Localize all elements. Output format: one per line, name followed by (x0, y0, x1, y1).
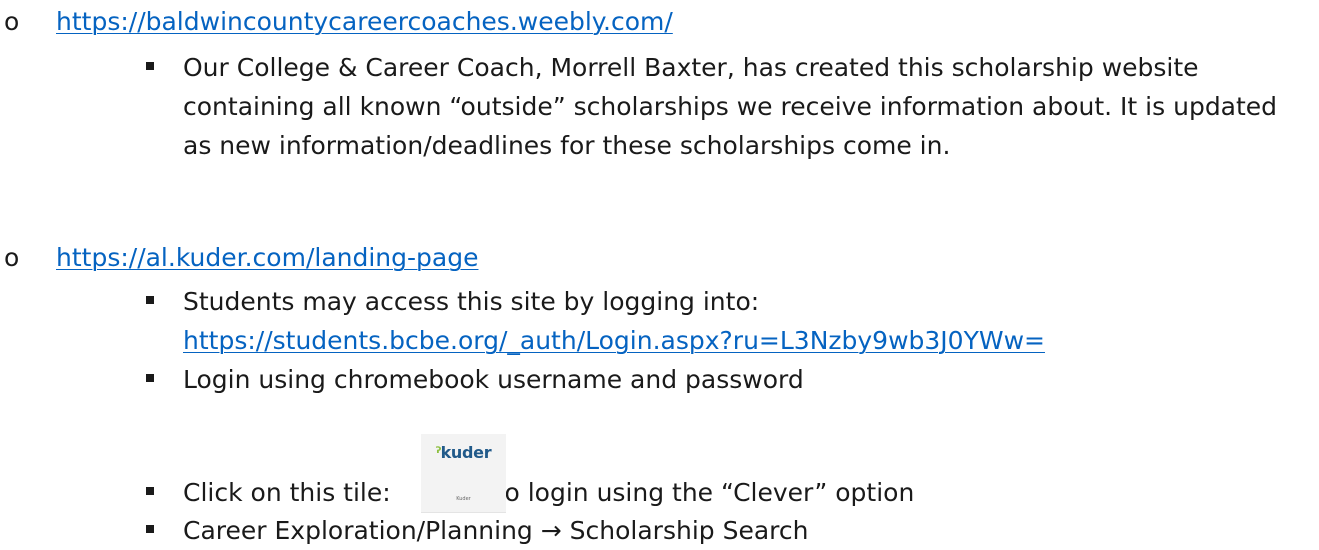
square-bullet-icon (146, 62, 154, 70)
career-coaches-link[interactable]: https://baldwincountycareercoaches.weebl… (56, 7, 673, 36)
square-bullet-icon (146, 374, 154, 382)
kuder-logo: ˀkuder (421, 443, 506, 462)
square-bullet-icon (146, 296, 154, 304)
nav-path-start: Career Exploration/Planning (183, 516, 533, 545)
arrow-right-icon: → (540, 516, 562, 545)
tile-instruction-after: to login using the “Clever” option (494, 478, 915, 507)
kuder-logo-text: kuder (440, 443, 492, 462)
students-login-link[interactable]: https://students.bcbe.org/_auth/Login.as… (183, 326, 1045, 355)
kuder-landing-link[interactable]: https://al.kuder.com/landing-page (56, 243, 478, 272)
square-bullet-icon (146, 487, 154, 495)
tile-instruction-before: Click on this tile: (183, 478, 391, 507)
nav-path-end: Scholarship Search (569, 516, 809, 545)
login-credentials-text: Login using chromebook username and pass… (183, 365, 804, 394)
login-instructions-text: Students may access this site by logging… (183, 287, 760, 316)
square-bullet-icon (146, 525, 154, 533)
kuder-tile[interactable]: ˀkuder Kuder (421, 434, 506, 513)
kuder-tile-caption: Kuder (456, 496, 471, 502)
list-marker: o (4, 243, 20, 272)
navigation-path: Career Exploration/Planning → Scholarshi… (183, 511, 1293, 550)
tile-instruction: Click on this tile: to login using the “C… (183, 473, 1293, 512)
list-marker: o (4, 7, 20, 36)
document-page: o https://baldwincountycareercoaches.wee… (0, 0, 1319, 548)
scholarship-description: Our College & Career Coach, Morrell Baxt… (183, 53, 1278, 160)
login-instructions: Students may access this site by logging… (183, 282, 1293, 360)
